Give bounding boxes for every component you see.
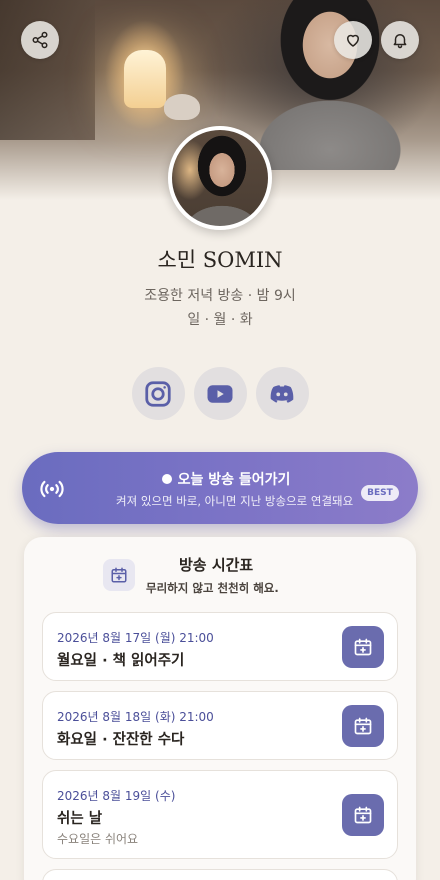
- live-dot-icon: [161, 474, 172, 484]
- schedule-card: 방송 시간표 무리하지 않고 천천히 해요. 2026년 8월 17일 (월) …: [24, 537, 416, 880]
- schedule-subtitle: 무리하지 않고 천천히 해요.: [146, 581, 279, 595]
- live-description: 켜져 있으면 바로, 아니면 지난 방송으로 연결돼요: [116, 494, 354, 508]
- live-title-text: 오늘 방송 들어가기: [177, 472, 291, 488]
- profile-tagline: 조용한 저녁 방송 · 밤 9시: [144, 288, 296, 304]
- profile-name: 소민 SOMIN: [157, 248, 283, 272]
- schedule-header-icon: [103, 559, 135, 591]
- add-to-calendar-button[interactable]: [342, 794, 384, 836]
- favorite-button[interactable]: [334, 21, 372, 59]
- lamp-image: [124, 50, 166, 108]
- discord-icon: [270, 384, 294, 403]
- schedule-title: 방송 시간표: [179, 556, 254, 574]
- schedule-entry: 2026년 8월 17일 (월) 21:00 월요일 · 책 읽어주기: [42, 612, 398, 681]
- calendar-add-icon: [354, 638, 372, 656]
- instagram-icon: [145, 380, 171, 407]
- schedule-entry: 2026년 8월 18일 (화) 21:00 화요일 · 잔잔한 수다: [42, 691, 398, 760]
- instagram-button[interactable]: [131, 367, 185, 420]
- share-icon: [32, 31, 48, 49]
- calendar-add-icon: [354, 717, 372, 735]
- entry-date: 2026년 8월 19일 (수): [57, 789, 176, 803]
- live-title: 오늘 방송 들어가기: [22, 469, 418, 489]
- bell-icon: [393, 34, 407, 49]
- teapot-image: [164, 94, 200, 120]
- add-to-calendar-button[interactable]: [342, 705, 384, 747]
- bookshelf-image: [0, 0, 95, 140]
- avatar: [168, 126, 272, 230]
- calendar-add-icon: [111, 567, 127, 583]
- calendar-add-icon: [354, 806, 372, 824]
- youtube-icon: [207, 384, 233, 403]
- profile-days: 일 · 월 · 화: [187, 312, 253, 328]
- entry-date: 2026년 8월 17일 (월) 21:00: [57, 631, 214, 645]
- heart-icon: [347, 34, 359, 47]
- entry-note: 수요일은 쉬어요: [57, 832, 139, 846]
- youtube-button[interactable]: [193, 367, 247, 420]
- discord-button[interactable]: [255, 367, 309, 420]
- live-broadcast-button[interactable]: 오늘 방송 들어가기 켜져 있으면 바로, 아니면 지난 방송으로 연결돼요 B…: [22, 452, 418, 524]
- share-button[interactable]: [21, 21, 59, 59]
- entry-title: 월요일 · 책 읽어주기: [57, 653, 185, 669]
- best-badge: BEST: [361, 485, 399, 501]
- entry-title: 쉬는 날: [57, 811, 103, 827]
- add-to-calendar-button[interactable]: [342, 626, 384, 668]
- entry-date: 2026년 8월 18일 (화) 21:00: [57, 710, 214, 724]
- entry-title: 화요일 · 잔잔한 수다: [57, 732, 185, 748]
- notification-button[interactable]: [381, 21, 419, 59]
- social-links: [0, 367, 440, 420]
- schedule-entry: 2026년 8월 19일 (수) 쉬는 날 수요일은 쉬어요: [42, 770, 398, 859]
- schedule-entry: [42, 869, 398, 880]
